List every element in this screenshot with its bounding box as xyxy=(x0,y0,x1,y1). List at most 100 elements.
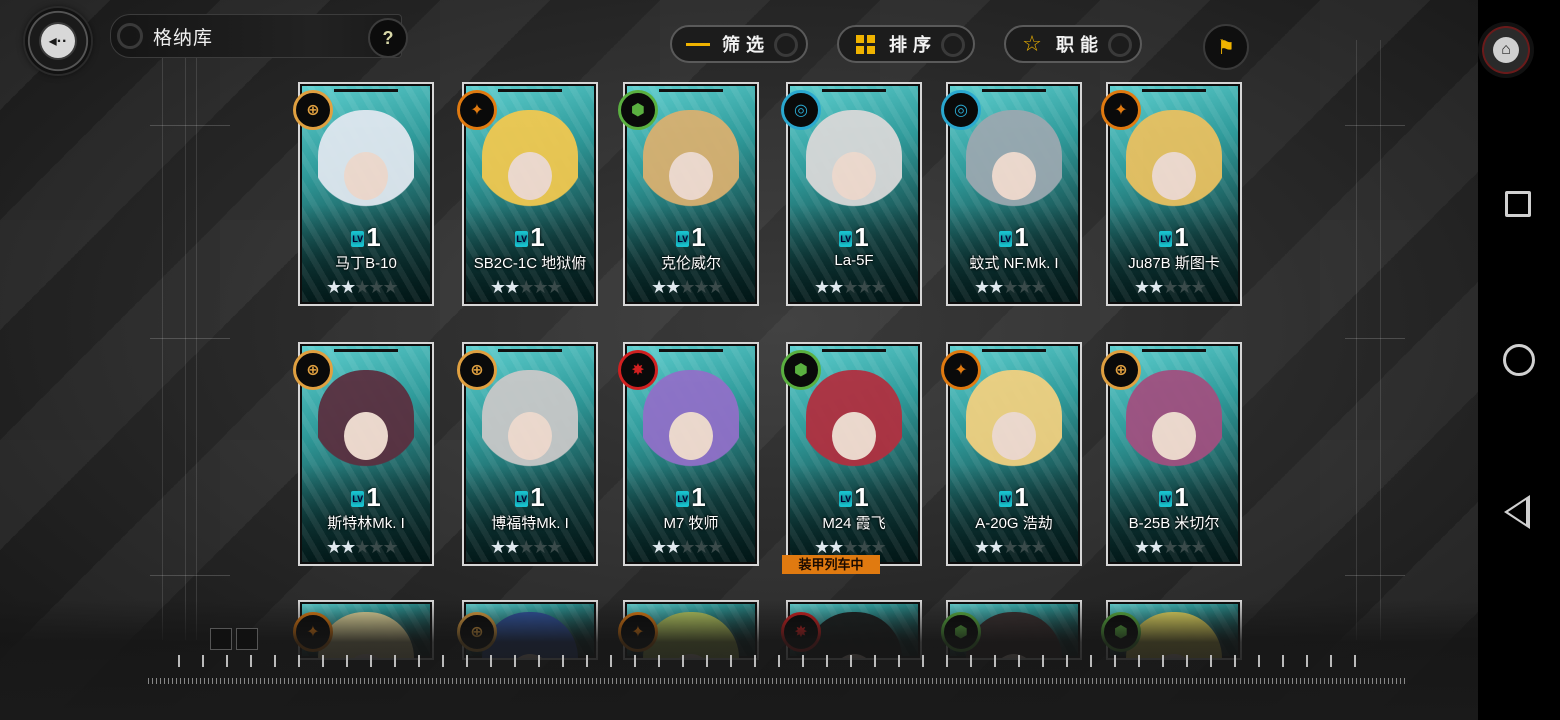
unit-name: 博福特Mk. I xyxy=(491,515,569,532)
fighter-icon: ◎ xyxy=(781,90,821,130)
unit-level: LV 1 xyxy=(788,222,920,253)
unit-name: M24 霞飞 xyxy=(822,515,886,532)
level-value: 1 xyxy=(530,482,545,512)
level-tag: LV xyxy=(351,231,365,248)
home-nav-icon[interactable] xyxy=(1503,344,1535,376)
back-arrow-icon: ◂·· xyxy=(41,24,75,58)
flag-icon: ⚑ xyxy=(1217,36,1235,59)
unit-level: LV 1 xyxy=(1108,482,1240,513)
fighter-icon: ◎ xyxy=(941,90,981,130)
card-topline xyxy=(1142,89,1206,92)
level-value: 1 xyxy=(366,482,381,512)
level-tag: LV xyxy=(1159,491,1173,508)
star-off: ★★★ xyxy=(354,537,398,557)
unit-portrait xyxy=(806,110,902,228)
back-nav-icon[interactable] xyxy=(1504,495,1530,529)
card-topline xyxy=(498,89,562,92)
level-value: 1 xyxy=(1014,482,1029,512)
gear-icon xyxy=(117,23,143,49)
unit-level: LV 1 xyxy=(464,482,596,513)
unit-name: SB2C-1C 地狱俯 xyxy=(473,255,587,272)
unit-portrait xyxy=(806,370,902,488)
filter-button[interactable]: 筛选 xyxy=(670,25,808,63)
level-value: 1 xyxy=(366,222,381,252)
page-indicator xyxy=(210,628,258,650)
ruler-deco xyxy=(178,655,1368,667)
status-badge: 装甲列车中 xyxy=(782,555,880,574)
star-on: ★★ xyxy=(326,277,356,297)
home-button[interactable]: ⌂ xyxy=(1478,22,1534,78)
deco-line xyxy=(150,575,230,576)
card-topline xyxy=(659,89,723,92)
rarity-stars: ★★★★★ xyxy=(814,277,887,298)
order-toggle-button[interactable]: ⚑ xyxy=(1203,24,1249,70)
back-button[interactable]: ◂·· xyxy=(25,8,91,74)
unit-level: LV 1 xyxy=(464,222,596,253)
level-value: 1 xyxy=(530,222,545,252)
level-value: 1 xyxy=(1174,482,1189,512)
artillery-icon: ✸ xyxy=(618,350,658,390)
unit-level: LV 1 xyxy=(948,222,1080,253)
level-value: 1 xyxy=(691,222,706,252)
unit-portrait xyxy=(1126,110,1222,228)
sort-icon xyxy=(853,32,877,56)
deco-line xyxy=(196,40,197,640)
star-on: ★★ xyxy=(974,537,1004,557)
deco-line xyxy=(1345,575,1405,576)
page-title-bar: 格纳库 xyxy=(110,14,402,58)
unit-name: La-5F xyxy=(834,252,874,269)
star-icon: ☆ xyxy=(1022,31,1042,56)
level-tag: LV xyxy=(515,231,529,248)
card-topline xyxy=(498,349,562,352)
rarity-stars: ★★★★★ xyxy=(326,277,399,298)
unit-portrait xyxy=(482,370,578,488)
star-off: ★★★ xyxy=(679,537,723,557)
star-off: ★★★ xyxy=(1002,277,1046,297)
star-on: ★★ xyxy=(490,537,520,557)
level-value: 1 xyxy=(691,482,706,512)
filter-icon xyxy=(686,32,710,56)
help-button[interactable]: ? xyxy=(368,18,408,58)
star-on: ★★ xyxy=(1134,537,1164,557)
bomber-icon: ⊕ xyxy=(1101,350,1141,390)
star-off: ★★★ xyxy=(518,537,562,557)
page-title: 格纳库 xyxy=(153,27,214,49)
rarity-stars: ★★★★★ xyxy=(490,277,563,298)
unit-level: LV 1 xyxy=(625,222,757,253)
card-topline xyxy=(1142,349,1206,352)
deco-line xyxy=(1356,40,1357,640)
filter-label: 筛选 xyxy=(722,35,770,55)
deco-line xyxy=(150,125,230,126)
star-on: ★★ xyxy=(490,277,520,297)
card-topline xyxy=(982,349,1046,352)
deco-line xyxy=(150,338,230,339)
dive-bomber-icon: ✦ xyxy=(1101,90,1141,130)
recent-apps-icon[interactable] xyxy=(1505,191,1531,217)
unit-portrait xyxy=(318,370,414,488)
unit-portrait xyxy=(643,110,739,228)
dive-bomber-icon: ✦ xyxy=(941,350,981,390)
tank-icon: ⬢ xyxy=(618,90,658,130)
tank-icon: ⬢ xyxy=(781,350,821,390)
unit-level: LV 1 xyxy=(788,482,920,513)
level-tag: LV xyxy=(515,491,529,508)
star-off: ★★★ xyxy=(518,277,562,297)
role-button[interactable]: ☆ 职能 xyxy=(1004,25,1142,63)
gear-icon xyxy=(1108,33,1132,57)
sort-button[interactable]: 排序 xyxy=(837,25,975,63)
rarity-stars: ★★★★★ xyxy=(490,537,563,558)
unit-level: LV 1 xyxy=(1108,222,1240,253)
unit-level: LV 1 xyxy=(625,482,757,513)
role-label: 职能 xyxy=(1056,35,1104,55)
dive-bomber-icon: ✦ xyxy=(457,90,497,130)
unit-level: LV 1 xyxy=(300,482,432,513)
level-value: 1 xyxy=(1174,222,1189,252)
level-value: 1 xyxy=(854,482,869,512)
level-tag: LV xyxy=(351,491,365,508)
level-tag: LV xyxy=(999,491,1013,508)
unit-portrait xyxy=(966,110,1062,228)
unit-portrait xyxy=(482,110,578,228)
star-off: ★★★ xyxy=(1162,277,1206,297)
unit-portrait xyxy=(966,370,1062,488)
deco-line xyxy=(162,40,163,640)
